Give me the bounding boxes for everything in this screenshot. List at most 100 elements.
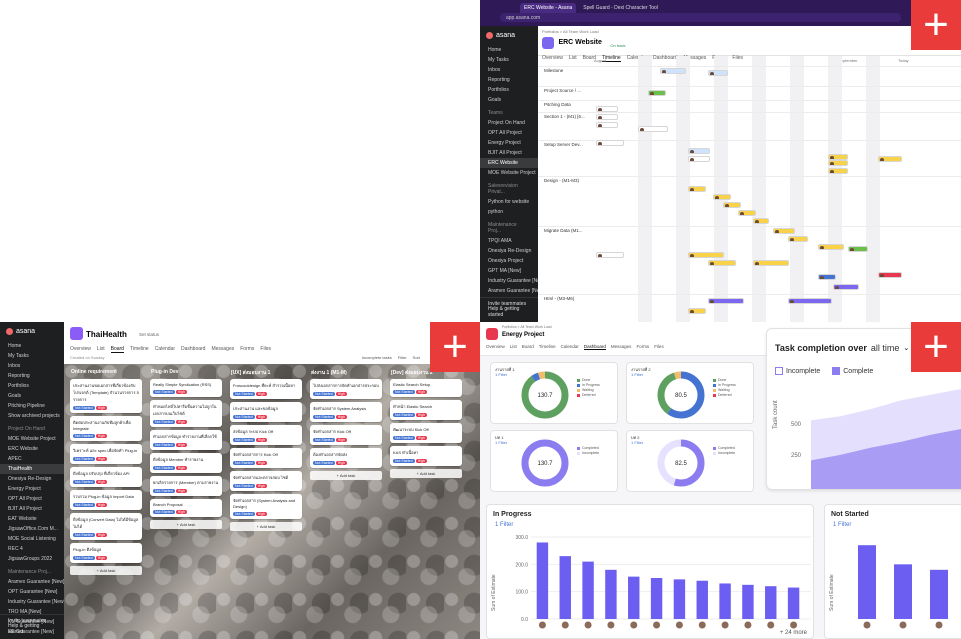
priority-chip[interactable]: High — [175, 466, 187, 470]
task-bar[interactable] — [596, 114, 618, 120]
project-title[interactable]: ERC Website — [558, 39, 601, 46]
task-card[interactable]: Branch Proposal Not Started High — [150, 499, 222, 517]
task-bar[interactable] — [753, 218, 769, 224]
section-label[interactable]: Milestone — [544, 68, 563, 73]
priority-chip[interactable]: High — [175, 510, 187, 514]
task-card[interactable]: ยกเลิกรายการ (Member) ตามรายงาน Not Start… — [150, 476, 222, 496]
sidebar-nav-item[interactable]: Inbox — [480, 65, 538, 75]
status-chip[interactable]: Not Started — [73, 533, 95, 537]
range-dropdown[interactable]: all time — [871, 343, 900, 353]
breadcrumb[interactable]: Portfolios > All Team Work Load — [502, 325, 552, 329]
sidebar-nav-item[interactable]: My Tasks — [480, 55, 538, 65]
task-bar[interactable] — [648, 90, 666, 96]
sidebar-project-item[interactable]: TPQI AMA — [480, 236, 538, 246]
task-card[interactable]: Really Simple Syndication (RSS) Not Start… — [150, 379, 222, 397]
task-bar[interactable] — [723, 202, 741, 208]
task-bar[interactable] — [848, 246, 868, 252]
priority-chip[interactable]: High — [415, 390, 427, 394]
task-card[interactable]: Froscoutdesign ที่ยะห์ สำรวจเนื้อหา Not S… — [230, 379, 302, 399]
status-chip[interactable]: Not Started — [73, 556, 95, 560]
section-label[interactable]: Section 1 - (M1) [6... — [544, 114, 585, 119]
task-bar[interactable] — [818, 244, 844, 250]
priority-chip[interactable]: High — [335, 461, 347, 465]
tab-messages[interactable]: Messages — [611, 344, 632, 350]
task-card[interactable]: ดึงข้อมูล ปรับปรุง ที่เกี่ยวข้อง API Not … — [70, 467, 142, 487]
task-bar[interactable] — [688, 148, 710, 154]
column-header[interactable]: ส่งงาน 1 (M1-M) — [308, 368, 384, 377]
tab-board[interactable]: Board — [522, 344, 534, 350]
status-chip[interactable]: Not Started — [153, 420, 175, 424]
task-card[interactable]: วิเคราะห์ และ spec เพื่อจัดทำ Plug-in Not… — [70, 444, 142, 464]
task-card[interactable]: KAS ทำเนื้อหา Not Started High — [390, 446, 462, 466]
task-card[interactable]: รวบรวม Plug-in ข้อมูล Import Data Not Sta… — [70, 490, 142, 510]
status-chip[interactable]: Not Started — [73, 434, 95, 438]
add-icon[interactable]: + — [430, 322, 480, 372]
section-label[interactable]: Design - (M1-M3) — [544, 178, 579, 183]
status-chip[interactable]: Not Started — [153, 390, 175, 394]
task-bar[interactable] — [708, 260, 736, 266]
task-bar[interactable] — [788, 298, 832, 304]
sidebar-project-item[interactable]: Python for website — [480, 197, 538, 207]
column-header[interactable]: [UX] ส่งมอบงาน 1 — [228, 368, 304, 377]
column-header[interactable]: Plug-in Dev — [148, 368, 224, 377]
filter-button[interactable]: 1 Filter — [833, 522, 851, 528]
status-chip[interactable]: Not Started — [233, 484, 255, 488]
add-icon[interactable]: + — [911, 322, 961, 372]
task-card[interactable]: ส่งข้อมูล ระบบ Kick Off Not Started High — [230, 425, 302, 445]
task-bar[interactable] — [596, 252, 624, 258]
tab-calendar[interactable]: Calendar — [561, 344, 579, 350]
section-label[interactable]: Migrate Data (M1... — [544, 228, 583, 233]
sidebar-section[interactable]: Salesrevision Privat... — [480, 178, 538, 197]
status-chip[interactable]: Not Started — [233, 438, 255, 442]
task-card[interactable]: Elastic Search Setup Not Started High — [390, 379, 462, 397]
status-chip[interactable]: Not Started — [153, 510, 175, 514]
priority-chip[interactable]: High — [95, 480, 107, 484]
task-card[interactable]: ทำหน้า Elastic Search Not Started High — [390, 400, 462, 420]
status-chip[interactable]: Not Started — [393, 459, 415, 463]
filter-button[interactable]: 1 Filter — [495, 522, 513, 528]
priority-chip[interactable]: High — [415, 436, 427, 440]
tab-files[interactable]: Files — [654, 344, 664, 350]
chevron-down-icon[interactable]: ⌄ — [903, 344, 909, 352]
task-bar[interactable] — [638, 126, 668, 132]
task-bar[interactable] — [738, 210, 756, 216]
task-card[interactable]: ประสานงานขอเอกสารที่เกี่ยวข้องกับโปรเจกต… — [70, 379, 142, 413]
browser-tab[interactable]: ERC Website - Asana — [520, 3, 577, 13]
add-icon[interactable]: + — [911, 0, 961, 50]
status-chip[interactable]: Not Started — [393, 436, 415, 440]
task-bar[interactable] — [596, 122, 618, 128]
task-card[interactable]: ดึงข้อมูล (Convert Data) ไม่ได้มีข้อมูลไ… — [70, 513, 142, 540]
project-title[interactable]: Energy Project — [502, 332, 544, 338]
task-card[interactable]: ประสานงาน และขอข้อมูล Not Started High — [230, 402, 302, 422]
task-bar[interactable] — [708, 70, 728, 76]
priority-chip[interactable]: High — [95, 533, 107, 537]
add-task-button[interactable]: + Add task — [230, 522, 302, 531]
task-bar[interactable] — [713, 194, 731, 200]
priority-chip[interactable]: High — [255, 392, 267, 396]
task-bar[interactable] — [753, 260, 789, 266]
add-task-button[interactable]: + Add task — [150, 520, 222, 529]
sidebar-project-item[interactable]: BJIT All Project — [480, 148, 538, 158]
sidebar-project-item[interactable]: Project On Hand — [480, 118, 538, 128]
add-task-button[interactable]: + Add task — [310, 471, 382, 480]
priority-chip[interactable]: High — [415, 459, 427, 463]
task-card[interactable]: จัดทำเอกสาร Kick Off Not Started High — [310, 425, 382, 445]
priority-chip[interactable]: High — [335, 392, 347, 396]
legend-complete[interactable]: Complete — [832, 367, 873, 375]
status-chip[interactable]: Not Started — [73, 480, 95, 484]
priority-chip[interactable]: High — [95, 434, 107, 438]
priority-chip[interactable]: High — [95, 406, 107, 410]
section-label[interactable]: Setup Server Dev... — [544, 142, 583, 147]
tab-forms[interactable]: Forms — [636, 344, 649, 350]
sidebar-nav-item[interactable]: Home — [480, 45, 538, 55]
status-chip[interactable]: Not Started — [153, 466, 175, 470]
sidebar-project-item[interactable]: python — [480, 207, 538, 217]
legend-incomplete[interactable]: Incomplete — [775, 367, 820, 375]
task-card[interactable]: ทำหมดไฟล์ไปหารือชั้นความไม่ถูกในเอกสารบน… — [150, 400, 222, 427]
sidebar-nav-item[interactable]: Reporting — [480, 75, 538, 85]
task-card[interactable]: พัฒนาระบบ Kick Off Not Started High — [390, 423, 462, 443]
sidebar-nav-item[interactable]: Goals — [480, 95, 538, 105]
more-link[interactable]: + 24 more — [780, 630, 807, 636]
priority-chip[interactable]: High — [335, 415, 347, 419]
column-header[interactable]: Online requirement — [68, 368, 144, 377]
